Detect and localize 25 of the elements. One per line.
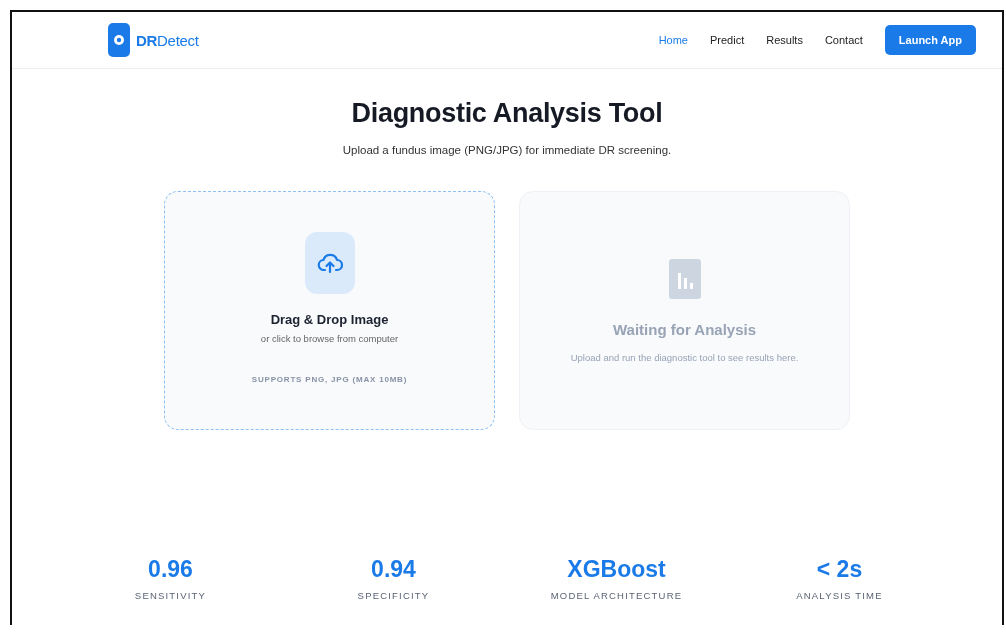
- result-title: Waiting for Analysis: [612, 321, 757, 338]
- stat-value: XGBoost: [567, 556, 666, 583]
- nav-link[interactable]: Home: [658, 34, 688, 46]
- logo-eye-icon[interactable]: [108, 23, 130, 57]
- stat-label: MODEL ARCHITECTURE: [550, 590, 683, 601]
- upload-title: Drag & Drop Image: [270, 312, 389, 327]
- stat-label: SENSITIVITY: [134, 590, 207, 601]
- upload-hint: or click to browse from computer: [260, 333, 399, 344]
- stat-value: 0.94: [371, 556, 416, 583]
- brand-name[interactable]: DRDetect: [136, 31, 199, 49]
- stat-label: ANALYSIS TIME: [796, 590, 883, 601]
- bar-chart-icon: [668, 259, 701, 299]
- nav-link[interactable]: Contact: [824, 34, 863, 46]
- stat-value: 0.96: [148, 556, 193, 583]
- stat-value: < 2s: [816, 556, 863, 583]
- stat-label: SPECIFICITY: [357, 590, 430, 601]
- format-note: SUPPORTS PNG, JPG (MAX 10MB): [251, 375, 408, 384]
- result-text: Upload and run the diagnostic tool to see results here.: [570, 352, 799, 363]
- page-subtitle: Upload a fundus image (PNG/JPG) for immediate DR screening.: [342, 144, 672, 156]
- upload-dropzone[interactable]: Drag & Drop Image or click to browse from computer SUPPORTS PNG, JPG (MAX 10MB): [164, 191, 495, 430]
- nav-link[interactable]: Predict: [710, 34, 745, 46]
- nav-link[interactable]: Results: [766, 34, 803, 46]
- page-title: Diagnostic Analysis Tool: [351, 98, 663, 129]
- launch-app-button[interactable]: Launch App: [884, 25, 976, 55]
- cloud-upload-icon: [304, 232, 355, 294]
